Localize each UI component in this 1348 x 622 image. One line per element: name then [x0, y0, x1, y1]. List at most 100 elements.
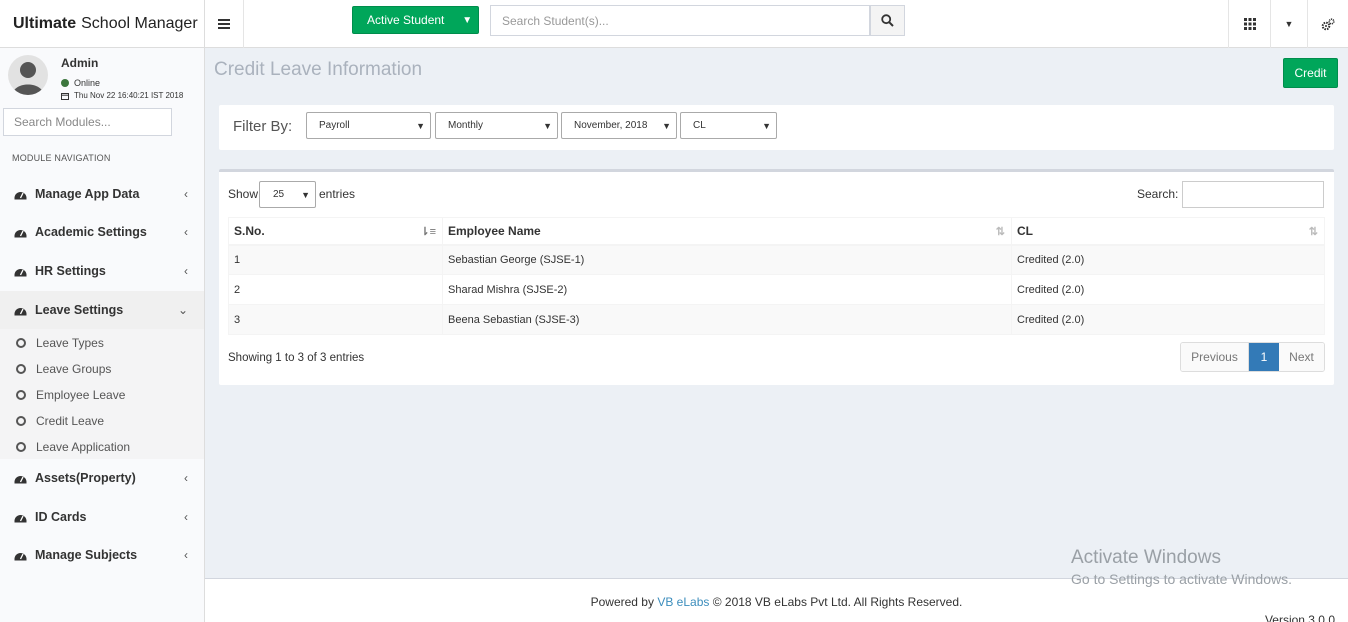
cell-employee-name: Sebastian George (SJSE-1) [442, 244, 1012, 275]
column-header-cl[interactable]: CL ⇅ [1011, 217, 1325, 246]
sidebar-item-id-cards[interactable]: ID Cards ‹ [0, 498, 204, 536]
submenu-item-label: Employee Leave [36, 388, 126, 402]
settings-button[interactable] [1307, 0, 1348, 48]
sidebar-item-hr-settings[interactable]: HR Settings ‹ [0, 252, 204, 290]
dashboard-icon [14, 305, 28, 316]
avatar [8, 55, 48, 95]
copyright-text: © 2018 VB eLabs Pvt Ltd. All Rights Rese… [712, 595, 963, 609]
circle-icon [16, 364, 26, 374]
filter-panel: Filter By: Payroll ▼ Monthly ▼ November,… [219, 105, 1334, 150]
sidebar: Admin Online Thu Nov 22 16:40:21 IST 201… [0, 48, 205, 622]
cell-sno: 3 [228, 304, 443, 335]
caret-down-icon: ▼ [301, 189, 310, 200]
app-title-rest: School Manager [81, 14, 198, 32]
category-select[interactable]: Payroll ▼ [306, 112, 431, 139]
sidebar-item-assets[interactable]: Assets(Property) ‹ [0, 459, 204, 497]
table-header-row: S.No. ⇂≡ Employee Name ⇅ CL ⇅ [228, 217, 1325, 246]
caret-down-icon: ▼ [1284, 19, 1294, 29]
table-row[interactable]: 1 Sebastian George (SJSE-1) Credited (2.… [228, 244, 1325, 275]
column-header-employee-name[interactable]: Employee Name ⇅ [442, 217, 1012, 246]
sidebar-item-label: Leave Settings [35, 303, 124, 317]
show-label: Show [228, 187, 259, 201]
active-student-dropdown[interactable]: Active Student ▼ [352, 6, 479, 34]
gears-icon [1321, 17, 1335, 30]
version-text: Version 3.0.0 [1264, 613, 1335, 622]
page-length-select[interactable]: 25 ▼ [259, 181, 316, 208]
pagination-previous[interactable]: Previous [1181, 343, 1249, 371]
sidebar-item-manage-app-data[interactable]: Manage App Data ‹ [0, 175, 204, 213]
chevron-left-icon: ‹ [184, 510, 188, 524]
user-menu-dropdown[interactable]: ▼ [1270, 0, 1307, 48]
sidebar-toggle-button[interactable] [205, 0, 244, 48]
chevron-left-icon: ‹ [184, 187, 188, 201]
user-panel: Admin Online Thu Nov 22 16:40:21 IST 201… [0, 48, 204, 105]
footer-text: Powered by VB eLabs © 2018 VB eLabs Pvt … [205, 595, 1348, 609]
submenu-item-label: Leave Types [36, 336, 104, 350]
page-length-value: 25 [273, 189, 285, 200]
period-select-value: Monthly [448, 120, 484, 131]
table-row[interactable]: 3 Beena Sebastian (SJSE-3) Credited (2.0… [228, 304, 1325, 335]
sidebar-item-academic-settings[interactable]: Academic Settings ‹ [0, 213, 204, 251]
month-select-value: November, 2018 [574, 120, 648, 131]
caret-down-icon: ▼ [762, 120, 771, 131]
submenu-item-employee-leave[interactable]: Employee Leave [16, 384, 125, 406]
filter-label: Filter By: [233, 118, 293, 135]
submenu-item-leave-application[interactable]: Leave Application [16, 436, 130, 458]
chevron-left-icon: ‹ [184, 548, 188, 562]
pagination-next[interactable]: Next [1279, 343, 1324, 371]
module-search-input[interactable]: Search Modules... [3, 108, 172, 136]
leave-table: S.No. ⇂≡ Employee Name ⇅ CL ⇅ 1 Sebastia… [228, 217, 1325, 335]
sidebar-item-label: HR Settings [35, 264, 106, 278]
submenu-item-credit-leave[interactable]: Credit Leave [16, 410, 104, 432]
circle-icon [16, 390, 26, 400]
app-logo[interactable]: Ultimate School Manager [0, 0, 205, 48]
category-select-value: Payroll [319, 120, 350, 131]
pagination-page-1[interactable]: 1 [1249, 343, 1279, 371]
hamburger-icon [218, 19, 230, 29]
student-search-input[interactable]: Search Student(s)... [490, 5, 870, 36]
cell-sno: 2 [228, 274, 443, 305]
table-info: Showing 1 to 3 of 3 entries [228, 352, 365, 364]
sidebar-item-label: Manage Subjects [35, 548, 138, 562]
user-datetime: Thu Nov 22 16:40:21 IST 2018 [61, 91, 183, 100]
sidebar-item-label: ID Cards [35, 510, 87, 524]
column-header-sno[interactable]: S.No. ⇂≡ [228, 217, 443, 246]
month-select[interactable]: November, 2018 ▼ [561, 112, 677, 139]
table-row[interactable]: 2 Sharad Mishra (SJSE-2) Credited (2.0) [228, 274, 1325, 305]
sidebar-item-leave-settings[interactable]: Leave Settings ⌄ [0, 291, 204, 329]
sidebar-item-manage-subjects[interactable]: Manage Subjects ‹ [0, 536, 204, 574]
dashboard-icon [14, 473, 28, 484]
submenu-item-leave-types[interactable]: Leave Types [16, 332, 104, 354]
cell-employee-name: Sharad Mishra (SJSE-2) [442, 274, 1012, 305]
submenu-item-label: Leave Application [36, 440, 131, 454]
app-title-bold: Ultimate [13, 14, 77, 32]
table-search-input[interactable] [1182, 181, 1324, 208]
dashboard-icon [14, 266, 28, 277]
leave-type-select[interactable]: CL ▼ [680, 112, 777, 139]
circle-icon [16, 442, 26, 452]
company-link[interactable]: VB eLabs [657, 595, 709, 609]
cell-cl: Credited (2.0) [1011, 304, 1325, 335]
windows-activation-watermark: Activate Windows Go to Settings to activ… [1071, 547, 1292, 587]
caret-down-icon: ▼ [543, 120, 552, 131]
credit-button[interactable]: Credit [1283, 58, 1338, 88]
sort-asc-icon: ⇂≡ [420, 226, 436, 238]
dashboard-icon [14, 189, 28, 200]
watermark-subtitle: Go to Settings to activate Windows. [1071, 571, 1292, 587]
watermark-title: Activate Windows [1071, 547, 1221, 568]
chevron-left-icon: ‹ [184, 225, 188, 239]
chevron-left-icon: ‹ [184, 471, 188, 485]
apps-grid-button[interactable] [1228, 0, 1270, 48]
sidebar-item-label: Manage App Data [35, 187, 140, 201]
chevron-down-icon: ⌄ [177, 303, 188, 317]
caret-down-icon: ▼ [462, 14, 473, 26]
caret-down-icon: ▼ [416, 120, 425, 131]
leave-type-select-value: CL [693, 120, 706, 131]
submenu-item-leave-groups[interactable]: Leave Groups [16, 358, 111, 380]
leave-table-panel: Show 25 ▼ entries Search: S.No. ⇂≡ Emplo… [219, 169, 1334, 385]
grid-icon [1243, 18, 1256, 30]
student-search-button[interactable] [870, 5, 905, 36]
period-select[interactable]: Monthly ▼ [435, 112, 558, 139]
caret-down-icon: ▼ [662, 120, 671, 131]
entries-label: entries [319, 187, 356, 201]
